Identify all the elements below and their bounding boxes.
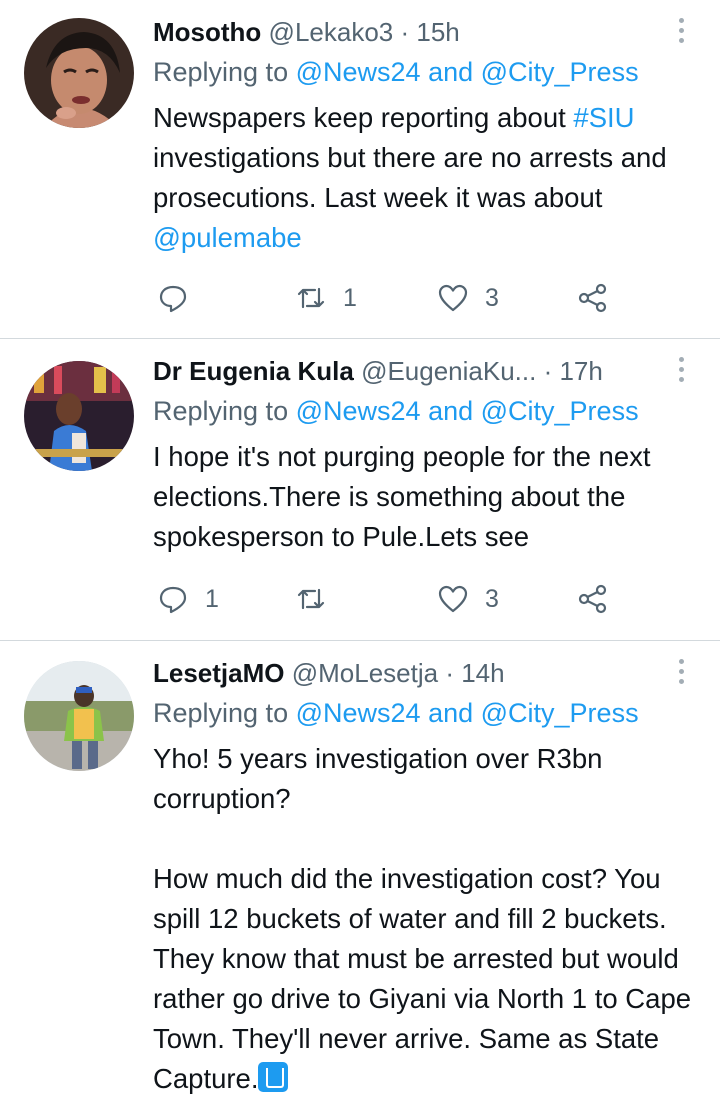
more-options-icon[interactable] bbox=[678, 18, 686, 48]
avatar[interactable] bbox=[24, 18, 134, 128]
separator: · bbox=[393, 17, 417, 47]
like-icon bbox=[438, 585, 468, 613]
tweet-text: Yho! 5 years investigation over R3bn cor… bbox=[153, 739, 693, 1099]
reply-mention-link[interactable]: @City_Press bbox=[481, 698, 639, 728]
timestamp[interactable]: 17h bbox=[559, 356, 602, 386]
share-icon bbox=[578, 584, 607, 614]
reply-mention-link[interactable]: @News24 bbox=[296, 698, 421, 728]
replying-to-label: Replying to bbox=[153, 698, 296, 728]
mention-link[interactable]: @pulemabe bbox=[153, 222, 302, 253]
tweet[interactable]: Mosotho @Lekako3 · 15h Replying to @News… bbox=[0, 0, 720, 339]
like-button[interactable]: 3 bbox=[437, 276, 499, 320]
tweet-text-part: Newspapers keep reporting about bbox=[153, 102, 574, 133]
tweet-text: Newspapers keep reporting about #SIU inv… bbox=[153, 98, 693, 258]
author-name[interactable]: LesetjaMO bbox=[153, 658, 285, 688]
replying-to: Replying to @News24 and @City_Press bbox=[153, 391, 639, 431]
timestamp[interactable]: 14h bbox=[461, 658, 504, 688]
put-litter-in-bin-icon bbox=[258, 1062, 289, 1092]
tweet-actions: 1 3 bbox=[153, 577, 660, 621]
reply-and[interactable]: and bbox=[421, 57, 481, 87]
reply-button[interactable] bbox=[157, 276, 205, 320]
like-count: 3 bbox=[485, 283, 499, 312]
replying-to: Replying to @News24 and @City_Press bbox=[153, 52, 639, 92]
avatar[interactable] bbox=[24, 661, 134, 771]
tweet[interactable]: LesetjaMO @MoLesetja · 14h Replying to @… bbox=[0, 641, 720, 1102]
reply-icon bbox=[159, 285, 187, 313]
author-name[interactable]: Mosotho bbox=[153, 17, 261, 47]
replying-to-label: Replying to bbox=[153, 57, 296, 87]
timestamp[interactable]: 15h bbox=[416, 17, 459, 47]
reply-and[interactable]: and bbox=[421, 698, 481, 728]
author-handle[interactable]: @Lekako3 bbox=[269, 17, 394, 47]
author-handle[interactable]: @MoLesetja bbox=[292, 658, 438, 688]
retweet-button[interactable]: 1 bbox=[295, 276, 357, 320]
like-count: 3 bbox=[485, 584, 499, 613]
author-name[interactable]: Dr Eugenia Kula bbox=[153, 356, 354, 386]
retweet-button[interactable] bbox=[295, 577, 343, 621]
tweet-text: I hope it's not purging people for the n… bbox=[153, 441, 659, 552]
reply-mention-link[interactable]: @City_Press bbox=[481, 57, 639, 87]
replying-to-label: Replying to bbox=[153, 396, 296, 426]
like-icon bbox=[438, 284, 468, 312]
reply-icon bbox=[159, 586, 187, 614]
retweet-icon bbox=[297, 287, 325, 309]
tweet-header: LesetjaMO @MoLesetja · 14h bbox=[153, 653, 670, 693]
retweet-icon bbox=[297, 588, 325, 610]
more-options-icon[interactable] bbox=[678, 659, 686, 689]
tweet[interactable]: Dr Eugenia Kula @EugeniaKu... · 17h Repl… bbox=[0, 339, 720, 641]
reply-count: 1 bbox=[205, 584, 219, 613]
author-handle[interactable]: @EugeniaKu... bbox=[361, 356, 536, 386]
tweet-text-body: Yho! 5 years investigation over R3bn cor… bbox=[153, 743, 692, 1094]
retweet-count: 1 bbox=[343, 283, 357, 312]
reply-mention-link[interactable]: @City_Press bbox=[481, 396, 639, 426]
avatar[interactable] bbox=[24, 361, 134, 471]
reply-mention-link[interactable]: @News24 bbox=[296, 396, 421, 426]
reply-mention-link[interactable]: @News24 bbox=[296, 57, 421, 87]
share-button[interactable] bbox=[577, 276, 609, 320]
share-button[interactable] bbox=[577, 577, 609, 621]
more-options-icon[interactable] bbox=[678, 357, 686, 387]
separator: · bbox=[536, 356, 560, 386]
tweet-actions: 1 3 bbox=[153, 276, 660, 320]
separator: · bbox=[438, 658, 462, 688]
reply-button[interactable]: 1 bbox=[157, 577, 219, 621]
replying-to: Replying to @News24 and @City_Press bbox=[153, 693, 639, 733]
share-icon bbox=[578, 283, 607, 313]
like-button[interactable]: 3 bbox=[437, 577, 499, 621]
tweet-header: Mosotho @Lekako3 · 15h bbox=[153, 12, 670, 52]
hashtag-link[interactable]: #SIU bbox=[573, 102, 634, 133]
reply-and[interactable]: and bbox=[421, 396, 481, 426]
tweet-header: Dr Eugenia Kula @EugeniaKu... · 17h bbox=[153, 351, 670, 391]
